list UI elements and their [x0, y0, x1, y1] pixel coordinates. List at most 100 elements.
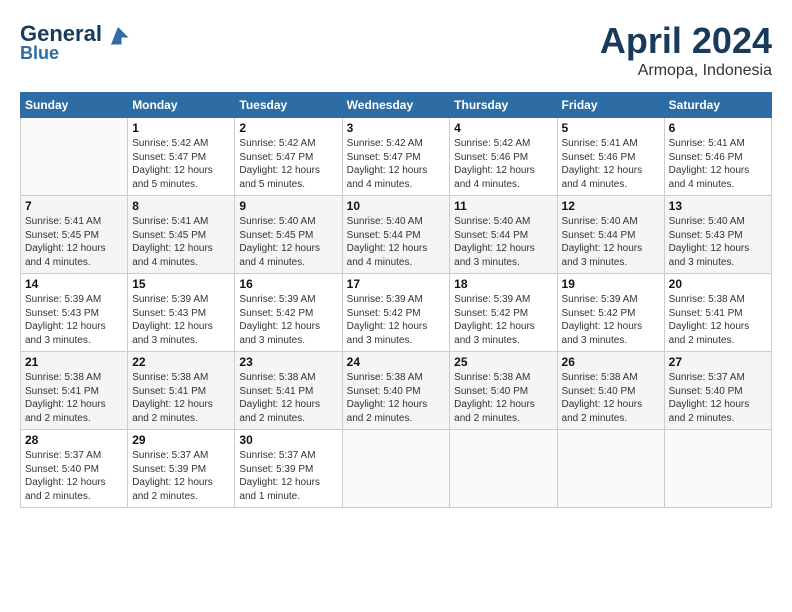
day-info: Sunrise: 5:38 AM Sunset: 5:41 PM Dayligh… [669, 293, 767, 347]
calendar-cell: 18 Sunrise: 5:39 AM Sunset: 5:42 PM Dayli… [450, 274, 557, 352]
day-info: Sunrise: 5:41 AM Sunset: 5:46 PM Dayligh… [669, 137, 767, 191]
calendar-header-row: Sunday Monday Tuesday Wednesday Thursday… [21, 93, 772, 118]
day-number: 2 [239, 121, 337, 135]
day-info: Sunrise: 5:39 AM Sunset: 5:42 PM Dayligh… [347, 293, 446, 347]
day-number: 1 [132, 121, 230, 135]
calendar-cell: 11Sunrise: 5:40 AM Sunset: 5:44 PM Dayli… [450, 196, 557, 274]
day-number: 21 [25, 355, 123, 369]
day-number: 20 [669, 277, 767, 291]
calendar-cell: 9 Sunrise: 5:40 AM Sunset: 5:45 PM Daylig… [235, 196, 342, 274]
calendar-cell: 15 Sunrise: 5:39 AM Sunset: 5:43 PM Dayli… [128, 274, 235, 352]
day-number: 24 [347, 355, 446, 369]
calendar-cell: 28 Sunrise: 5:37 AM Sunset: 5:40 PM Dayli… [21, 430, 128, 508]
calendar-cell [21, 118, 128, 196]
day-number: 9 [239, 199, 337, 213]
calendar-cell: 22Sunrise: 5:38 AM Sunset: 5:41 PM Dayli… [128, 352, 235, 430]
header-friday: Friday [557, 93, 664, 118]
calendar-cell: 17 Sunrise: 5:39 AM Sunset: 5:42 PM Dayli… [342, 274, 450, 352]
page: General Blue April 2024 Armopa, Indonesi… [0, 0, 792, 518]
calendar-cell: 13 Sunrise: 5:40 AM Sunset: 5:43 PM Dayli… [664, 196, 771, 274]
day-info: Sunrise: 5:37 AM Sunset: 5:39 PM Dayligh… [132, 449, 230, 503]
calendar-week-4: 21 Sunrise: 5:38 AM Sunset: 5:41 PM Dayli… [21, 352, 772, 430]
calendar-cell [342, 430, 450, 508]
day-number: 11 [454, 199, 552, 213]
header: General Blue April 2024 Armopa, Indonesi… [20, 20, 772, 80]
header-monday: Monday [128, 93, 235, 118]
day-number: 16 [239, 277, 337, 291]
calendar-cell: 10Sunrise: 5:40 AM Sunset: 5:44 PM Dayli… [342, 196, 450, 274]
day-info: Sunrise: 5:38 AM Sunset: 5:41 PM Dayligh… [239, 371, 337, 425]
day-info: Sunrise: 5:37 AM Sunset: 5:39 PM Dayligh… [239, 449, 337, 503]
calendar-cell: 1Sunrise: 5:42 AM Sunset: 5:47 PM Daylig… [128, 118, 235, 196]
day-number: 8 [132, 199, 230, 213]
header-wednesday: Wednesday [342, 93, 450, 118]
day-number: 22 [132, 355, 230, 369]
calendar-week-1: 1 Sunrise: 5:42 AM Sunset: 5:47 PM Daylig… [21, 118, 772, 196]
day-number: 5 [562, 121, 660, 135]
day-number: 15 [132, 277, 230, 291]
calendar-week-2: 7 Sunrise: 5:41 AM Sunset: 5:45 PM Daylig… [21, 196, 772, 274]
calendar-cell: 24 Sunrise: 5:38 AM Sunset: 5:40 PM Dayli… [342, 352, 450, 430]
calendar-week-3: 14Sunrise: 5:39 AM Sunset: 5:43 PM Dayli… [21, 274, 772, 352]
day-number: 7 [25, 199, 123, 213]
day-info: Sunrise: 5:42 AM Sunset: 5:47 PM Dayligh… [239, 137, 337, 191]
calendar-cell: 21Sunrise: 5:38 AM Sunset: 5:41 PM Dayli… [21, 352, 128, 430]
day-info: Sunrise: 5:38 AM Sunset: 5:40 PM Dayligh… [347, 371, 446, 425]
day-number: 12 [562, 199, 660, 213]
day-info: Sunrise: 5:39 AM Sunset: 5:43 PM Dayligh… [25, 293, 123, 347]
day-number: 28 [25, 433, 123, 447]
logo: General Blue [20, 20, 132, 64]
calendar-subtitle: Armopa, Indonesia [600, 62, 772, 80]
calendar-cell: 19 Sunrise: 5:39 AM Sunset: 5:42 PM Dayli… [557, 274, 664, 352]
day-number: 4 [454, 121, 552, 135]
day-number: 3 [347, 121, 446, 135]
calendar-cell: 23Sunrise: 5:38 AM Sunset: 5:41 PM Dayli… [235, 352, 342, 430]
day-info: Sunrise: 5:37 AM Sunset: 5:40 PM Dayligh… [669, 371, 767, 425]
day-info: Sunrise: 5:41 AM Sunset: 5:45 PM Dayligh… [25, 215, 123, 269]
day-number: 26 [562, 355, 660, 369]
day-info: Sunrise: 5:38 AM Sunset: 5:40 PM Dayligh… [454, 371, 552, 425]
day-info: Sunrise: 5:41 AM Sunset: 5:46 PM Dayligh… [562, 137, 660, 191]
calendar-cell: 30Sunrise: 5:37 AM Sunset: 5:39 PM Dayli… [235, 430, 342, 508]
day-info: Sunrise: 5:40 AM Sunset: 5:43 PM Dayligh… [669, 215, 767, 269]
calendar-cell: 14Sunrise: 5:39 AM Sunset: 5:43 PM Dayli… [21, 274, 128, 352]
calendar-cell [450, 430, 557, 508]
calendar-week-5: 28 Sunrise: 5:37 AM Sunset: 5:40 PM Dayli… [21, 430, 772, 508]
calendar-cell: 26 Sunrise: 5:38 AM Sunset: 5:40 PM Dayli… [557, 352, 664, 430]
calendar-cell: 20 Sunrise: 5:38 AM Sunset: 5:41 PM Dayli… [664, 274, 771, 352]
day-info: Sunrise: 5:38 AM Sunset: 5:40 PM Dayligh… [562, 371, 660, 425]
day-info: Sunrise: 5:42 AM Sunset: 5:47 PM Dayligh… [347, 137, 446, 191]
calendar-cell: 5 Sunrise: 5:41 AM Sunset: 5:46 PM Daylig… [557, 118, 664, 196]
day-number: 25 [454, 355, 552, 369]
day-number: 17 [347, 277, 446, 291]
day-info: Sunrise: 5:41 AM Sunset: 5:45 PM Dayligh… [132, 215, 230, 269]
header-sunday: Sunday [21, 93, 128, 118]
day-number: 13 [669, 199, 767, 213]
day-info: Sunrise: 5:39 AM Sunset: 5:42 PM Dayligh… [239, 293, 337, 347]
logo-icon [104, 20, 132, 48]
calendar-title: April 2024 [600, 20, 772, 62]
calendar-cell: 6Sunrise: 5:41 AM Sunset: 5:46 PM Daylig… [664, 118, 771, 196]
day-info: Sunrise: 5:42 AM Sunset: 5:46 PM Dayligh… [454, 137, 552, 191]
day-number: 27 [669, 355, 767, 369]
day-info: Sunrise: 5:40 AM Sunset: 5:45 PM Dayligh… [239, 215, 337, 269]
day-info: Sunrise: 5:39 AM Sunset: 5:42 PM Dayligh… [454, 293, 552, 347]
day-number: 29 [132, 433, 230, 447]
title-block: April 2024 Armopa, Indonesia [600, 20, 772, 80]
calendar-cell: 4 Sunrise: 5:42 AM Sunset: 5:46 PM Daylig… [450, 118, 557, 196]
calendar-cell: 27 Sunrise: 5:37 AM Sunset: 5:40 PM Dayli… [664, 352, 771, 430]
day-info: Sunrise: 5:40 AM Sunset: 5:44 PM Dayligh… [562, 215, 660, 269]
day-info: Sunrise: 5:40 AM Sunset: 5:44 PM Dayligh… [347, 215, 446, 269]
calendar-cell: 8 Sunrise: 5:41 AM Sunset: 5:45 PM Daylig… [128, 196, 235, 274]
calendar-cell: 29 Sunrise: 5:37 AM Sunset: 5:39 PM Dayli… [128, 430, 235, 508]
day-info: Sunrise: 5:39 AM Sunset: 5:43 PM Dayligh… [132, 293, 230, 347]
calendar-cell: 25 Sunrise: 5:38 AM Sunset: 5:40 PM Dayli… [450, 352, 557, 430]
day-number: 19 [562, 277, 660, 291]
day-info: Sunrise: 5:39 AM Sunset: 5:42 PM Dayligh… [562, 293, 660, 347]
day-number: 18 [454, 277, 552, 291]
calendar-table: Sunday Monday Tuesday Wednesday Thursday… [20, 92, 772, 508]
day-info: Sunrise: 5:37 AM Sunset: 5:40 PM Dayligh… [25, 449, 123, 503]
header-saturday: Saturday [664, 93, 771, 118]
header-tuesday: Tuesday [235, 93, 342, 118]
calendar-cell [557, 430, 664, 508]
